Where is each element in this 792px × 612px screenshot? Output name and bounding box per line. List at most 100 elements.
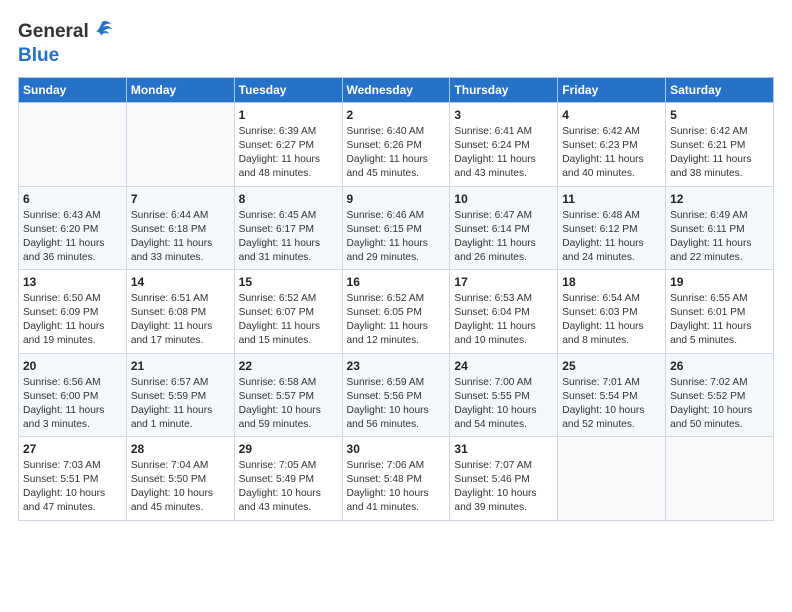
day-daylight: Daylight: 10 hours and 39 minutes. [454,488,536,513]
calendar-week-row: 27Sunrise: 7:03 AMSunset: 5:51 PMDayligh… [19,437,774,521]
day-daylight: Daylight: 11 hours and 38 minutes. [670,154,751,179]
day-daylight: Daylight: 10 hours and 54 minutes. [454,405,536,430]
day-daylight: Daylight: 10 hours and 56 minutes. [347,405,429,430]
table-row: 19Sunrise: 6:55 AMSunset: 6:01 PMDayligh… [666,270,774,354]
table-row: 31Sunrise: 7:07 AMSunset: 5:46 PMDayligh… [450,437,558,521]
day-number: 25 [562,358,661,374]
day-daylight: Daylight: 11 hours and 31 minutes. [239,238,320,263]
table-row: 11Sunrise: 6:48 AMSunset: 6:12 PMDayligh… [558,186,666,270]
day-daylight: Daylight: 11 hours and 12 minutes. [347,321,428,346]
table-row: 5Sunrise: 6:42 AMSunset: 6:21 PMDaylight… [666,103,774,187]
day-number: 31 [454,441,553,457]
day-sunrise: Sunrise: 7:05 AM [239,460,317,471]
day-number: 3 [454,107,553,123]
table-row: 18Sunrise: 6:54 AMSunset: 6:03 PMDayligh… [558,270,666,354]
logo-blue: Blue [18,45,59,66]
day-daylight: Daylight: 11 hours and 40 minutes. [562,154,643,179]
day-number: 27 [23,441,122,457]
day-sunrise: Sunrise: 6:42 AM [670,126,748,137]
day-sunset: Sunset: 5:50 PM [131,474,206,485]
day-number: 21 [131,358,230,374]
day-daylight: Daylight: 11 hours and 29 minutes. [347,238,428,263]
table-row: 22Sunrise: 6:58 AMSunset: 5:57 PMDayligh… [234,353,342,437]
table-row [558,437,666,521]
day-sunrise: Sunrise: 6:40 AM [347,126,425,137]
day-number: 1 [239,107,338,123]
day-daylight: Daylight: 11 hours and 45 minutes. [347,154,428,179]
logo-general: General [18,21,89,43]
table-row: 13Sunrise: 6:50 AMSunset: 6:09 PMDayligh… [19,270,127,354]
day-daylight: Daylight: 11 hours and 1 minute. [131,405,212,430]
col-monday: Monday [126,78,234,103]
day-sunset: Sunset: 5:49 PM [239,474,314,485]
col-thursday: Thursday [450,78,558,103]
table-row: 9Sunrise: 6:46 AMSunset: 6:15 PMDaylight… [342,186,450,270]
col-tuesday: Tuesday [234,78,342,103]
day-sunset: Sunset: 5:59 PM [131,391,206,402]
day-number: 17 [454,274,553,290]
day-sunrise: Sunrise: 6:56 AM [23,377,101,388]
day-sunrise: Sunrise: 6:41 AM [454,126,532,137]
day-sunset: Sunset: 5:51 PM [23,474,98,485]
day-sunrise: Sunrise: 6:49 AM [670,210,748,221]
day-sunrise: Sunrise: 7:06 AM [347,460,425,471]
day-sunrise: Sunrise: 6:43 AM [23,210,101,221]
table-row: 28 Sunrise: 7:04 AM Sunset: 5:50 PM Dayligh… [126,437,234,521]
day-number: 19 [670,274,769,290]
table-row: 27Sunrise: 7:03 AMSunset: 5:51 PMDayligh… [19,437,127,521]
day-number: 11 [562,191,661,207]
day-sunset: Sunset: 6:14 PM [454,224,529,235]
table-row: 4Sunrise: 6:42 AMSunset: 6:23 PMDaylight… [558,103,666,187]
calendar-week-row: 6Sunrise: 6:43 AMSunset: 6:20 PMDaylight… [19,186,774,270]
day-number: 28 [131,441,230,457]
day-sunset: Sunset: 6:20 PM [23,224,98,235]
table-row: 21Sunrise: 6:57 AMSunset: 5:59 PMDayligh… [126,353,234,437]
logo-bird-icon [91,18,113,45]
day-sunset: Sunset: 6:27 PM [239,140,314,151]
day-daylight: Daylight: 10 hours and 50 minutes. [670,405,752,430]
day-sunset: Sunset: 6:03 PM [562,307,637,318]
calendar-week-row: 13Sunrise: 6:50 AMSunset: 6:09 PMDayligh… [19,270,774,354]
day-daylight: Daylight: 11 hours and 8 minutes. [562,321,643,346]
day-sunset: Sunset: 6:05 PM [347,307,422,318]
day-daylight: Daylight: 11 hours and 17 minutes. [131,321,212,346]
day-sunset: Sunset: 6:07 PM [239,307,314,318]
day-sunrise: Sunrise: 6:55 AM [670,293,748,304]
day-sunrise: Sunrise: 6:52 AM [347,293,425,304]
day-number: 12 [670,191,769,207]
day-number: 14 [131,274,230,290]
table-row: 17Sunrise: 6:53 AMSunset: 6:04 PMDayligh… [450,270,558,354]
day-sunrise: Sunrise: 7:04 AM [131,460,209,471]
day-daylight: Daylight: 10 hours and 41 minutes. [347,488,429,513]
day-sunrise: Sunrise: 6:45 AM [239,210,317,221]
table-row: 14Sunrise: 6:51 AMSunset: 6:08 PMDayligh… [126,270,234,354]
day-number: 16 [347,274,446,290]
day-daylight: Daylight: 11 hours and 22 minutes. [670,238,751,263]
day-daylight: Daylight: 11 hours and 43 minutes. [454,154,535,179]
day-sunrise: Sunrise: 6:42 AM [562,126,640,137]
day-sunset: Sunset: 5:56 PM [347,391,422,402]
day-number: 26 [670,358,769,374]
day-sunset: Sunset: 6:18 PM [131,224,206,235]
day-sunrise: Sunrise: 6:54 AM [562,293,640,304]
day-sunset: Sunset: 6:04 PM [454,307,529,318]
table-row: 25Sunrise: 7:01 AMSunset: 5:54 PMDayligh… [558,353,666,437]
day-sunset: Sunset: 6:24 PM [454,140,529,151]
day-sunset: Sunset: 6:11 PM [670,224,745,235]
day-sunrise: Sunrise: 7:02 AM [670,377,748,388]
day-sunrise: Sunrise: 7:00 AM [454,377,532,388]
day-number: 20 [23,358,122,374]
day-sunset: Sunset: 6:15 PM [347,224,422,235]
day-sunrise: Sunrise: 6:46 AM [347,210,425,221]
day-daylight: Daylight: 11 hours and 48 minutes. [239,154,320,179]
day-daylight: Daylight: 10 hours and 45 minutes. [131,488,213,513]
day-number: 29 [239,441,338,457]
day-daylight: Daylight: 10 hours and 47 minutes. [23,488,105,513]
day-sunset: Sunset: 5:52 PM [670,391,745,402]
day-daylight: Daylight: 11 hours and 15 minutes. [239,321,320,346]
day-number: 10 [454,191,553,207]
day-daylight: Daylight: 11 hours and 33 minutes. [131,238,212,263]
page: General Blue Sunday Monday Tuesday Wedn [0,0,792,612]
day-number: 15 [239,274,338,290]
day-sunrise: Sunrise: 6:50 AM [23,293,101,304]
